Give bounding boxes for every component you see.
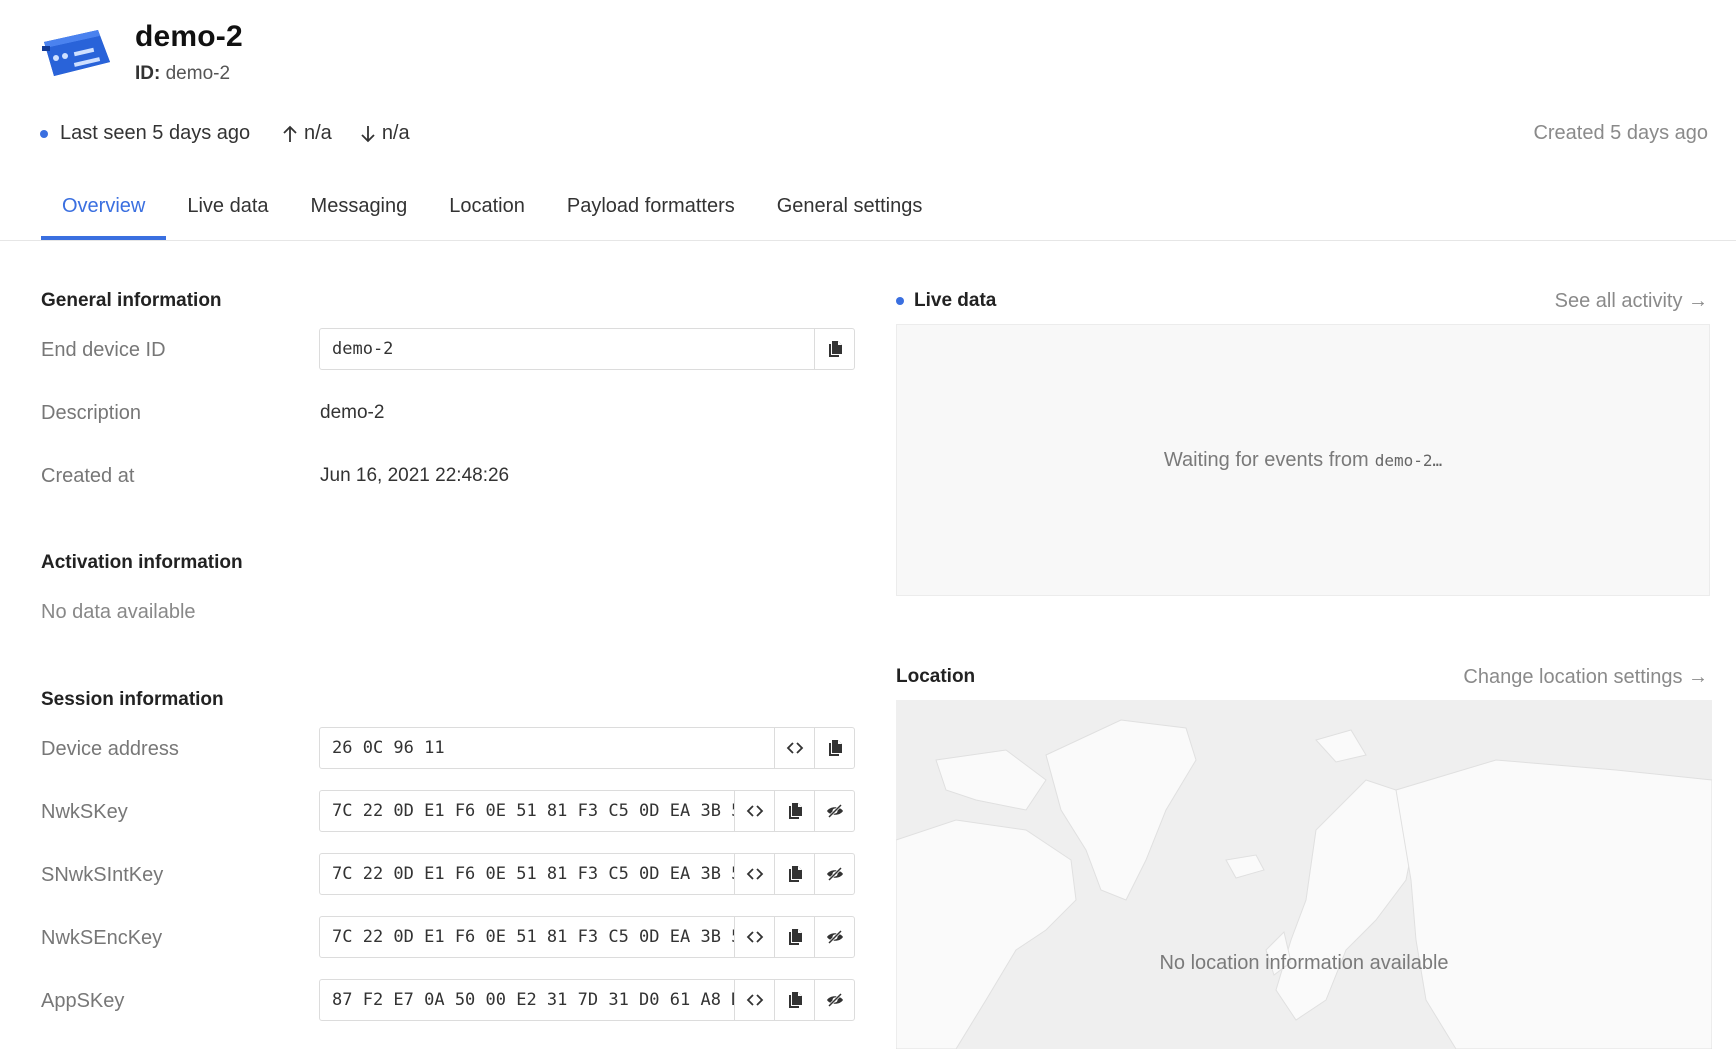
code-icon: [786, 742, 803, 754]
device-tabs: Overview Live data Messaging Location Pa…: [41, 180, 943, 240]
eye-off-icon: [826, 803, 843, 819]
created-ago: Created 5 days ago: [1533, 122, 1708, 144]
tab-payload-formatters[interactable]: Payload formatters: [546, 180, 756, 240]
status-dot-icon: [40, 129, 48, 138]
copy-icon: [788, 866, 802, 882]
tabs-divider: [0, 240, 1736, 241]
appskey-value[interactable]: 87 F2 E7 0A 50 00 E2 31 7D 31 D0 61 A8 D…: [320, 980, 734, 1020]
toggle-visibility-button[interactable]: [814, 791, 854, 831]
copy-button[interactable]: [774, 980, 814, 1020]
nwkskey-label: NwkSKey: [41, 801, 128, 823]
copy-button[interactable]: [814, 728, 854, 768]
copy-button[interactable]: [814, 329, 854, 369]
live-status-dot-icon: [896, 297, 904, 305]
downlink-value: n/a: [381, 122, 410, 144]
last-seen-status: Last seen 5 days ago: [40, 122, 250, 145]
location-map: No location information available: [896, 700, 1712, 1049]
eye-off-icon: [826, 929, 843, 945]
no-location-text: No location information available: [1159, 952, 1449, 974]
activation-empty: No data available: [41, 601, 196, 623]
waiting-device: demo-2…: [1374, 450, 1443, 470]
waiting-text: Waiting for events from: [1163, 448, 1369, 471]
see-all-activity-link[interactable]: See all activity →: [1555, 290, 1708, 313]
live-data-title: Live data: [914, 290, 997, 311]
id-value: demo-2: [165, 63, 231, 84]
end-device-id-label: End device ID: [41, 339, 166, 361]
toggle-visibility-button[interactable]: [814, 980, 854, 1020]
snwksintkey-value[interactable]: 7C 22 0D E1 F6 0E 51 81 F3 C5 0D EA 3B 5…: [320, 854, 734, 894]
code-icon: [746, 805, 763, 817]
copy-icon: [788, 803, 802, 819]
device-address-label: Device address: [41, 738, 179, 760]
snwksintkey-field: 7C 22 0D E1 F6 0E 51 81 F3 C5 0D EA 3B 5…: [319, 853, 855, 895]
created-at-value: Jun 16, 2021 22:48:26: [320, 465, 510, 486]
eye-off-icon: [826, 866, 843, 882]
arrow-down-icon: [361, 125, 375, 142]
downlink-counter: n/a: [360, 122, 410, 145]
live-data-heading: Live data: [896, 290, 996, 312]
copy-button[interactable]: [774, 854, 814, 894]
live-data-panel: Waiting for events from demo-2…: [896, 324, 1710, 596]
copy-icon: [828, 341, 842, 357]
nwkskey-value[interactable]: 7C 22 0D E1 F6 0E 51 81 F3 C5 0D EA 3B 5…: [320, 791, 734, 831]
copy-icon: [828, 740, 842, 756]
code-icon: [746, 868, 763, 880]
eye-off-icon: [826, 992, 843, 1008]
world-map-image: [896, 700, 1712, 1049]
nwkskey-field: 7C 22 0D E1 F6 0E 51 81 F3 C5 0D EA 3B 5…: [319, 790, 855, 832]
appskey-label: AppSKey: [41, 990, 125, 1012]
uplink-counter: n/a: [282, 122, 332, 145]
toggle-visibility-button[interactable]: [814, 854, 854, 894]
tab-overview[interactable]: Overview: [41, 180, 167, 240]
description-value: demo-2: [320, 402, 385, 423]
code-icon: [746, 994, 763, 1006]
created-at-label: Created at: [41, 465, 135, 487]
toggle-format-button[interactable]: [734, 791, 774, 831]
tab-messaging[interactable]: Messaging: [290, 180, 429, 240]
arrow-up-icon: [283, 125, 297, 142]
activation-info-heading: Activation information: [41, 552, 243, 573]
snwksintkey-label: SNwkSIntKey: [41, 864, 164, 886]
end-device-icon: [40, 26, 112, 82]
copy-button[interactable]: [774, 791, 814, 831]
copy-icon: [788, 929, 802, 945]
device-address-field: 26 0C 96 11: [319, 727, 855, 769]
copy-icon: [788, 992, 802, 1008]
traffic-counters: n/a n/a: [282, 122, 410, 145]
appskey-field: 87 F2 E7 0A 50 00 E2 31 7D 31 D0 61 A8 D…: [319, 979, 855, 1021]
id-label: ID:: [135, 63, 161, 84]
location-heading: Location: [896, 666, 976, 687]
nwksenckey-label: NwkSEncKey: [41, 927, 163, 949]
toggle-format-button[interactable]: [734, 980, 774, 1020]
device-address-value[interactable]: 26 0C 96 11: [320, 728, 774, 768]
general-info-heading: General information: [41, 290, 222, 311]
tab-general-settings[interactable]: General settings: [756, 180, 944, 240]
toggle-format-button[interactable]: [734, 854, 774, 894]
end-device-id-value[interactable]: demo-2: [320, 329, 814, 369]
toggle-format-button[interactable]: [774, 728, 814, 768]
tab-live-data[interactable]: Live data: [166, 180, 289, 240]
toggle-format-button[interactable]: [734, 917, 774, 957]
change-location-settings-link[interactable]: Change location settings →: [1463, 666, 1708, 689]
nwksenckey-field: 7C 22 0D E1 F6 0E 51 81 F3 C5 0D EA 3B 5…: [319, 916, 855, 958]
uplink-value: n/a: [304, 122, 332, 144]
copy-button[interactable]: [774, 917, 814, 957]
end-device-id-field: demo-2: [319, 328, 855, 370]
device-id-line: ID: demo-2: [135, 63, 230, 85]
nwksenckey-value[interactable]: 7C 22 0D E1 F6 0E 51 81 F3 C5 0D EA 3B 5…: [320, 917, 734, 957]
session-info-heading: Session information: [41, 689, 224, 710]
device-title: demo-2: [135, 20, 243, 53]
tab-location[interactable]: Location: [428, 180, 546, 240]
last-seen-text: Last seen 5 days ago: [60, 122, 251, 144]
code-icon: [746, 931, 763, 943]
description-label: Description: [41, 402, 142, 424]
toggle-visibility-button[interactable]: [814, 917, 854, 957]
